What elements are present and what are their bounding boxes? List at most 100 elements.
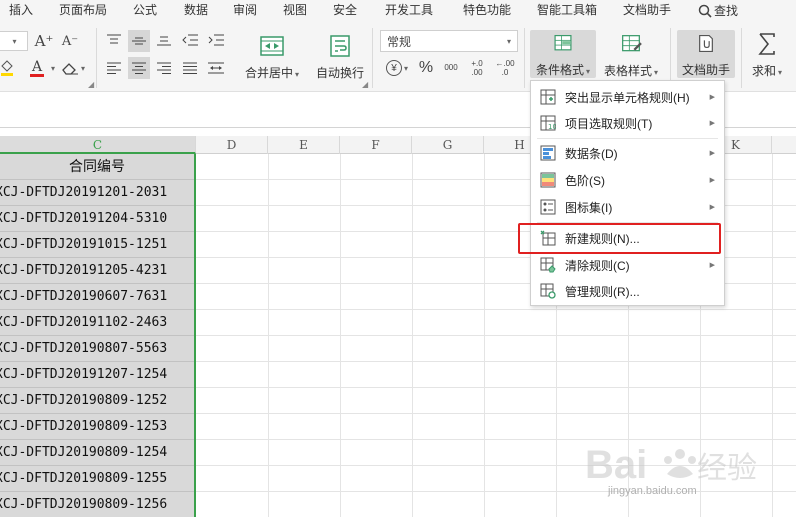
wrap-text-icon [330, 35, 350, 57]
font-size-input[interactable]: ▾ [0, 31, 28, 51]
menu-item-label: 色阶(S) [565, 173, 605, 188]
document-assistant-icon [699, 34, 713, 53]
selected-column-c[interactable]: 合同编号 XCJ-DFTDJ20191201-2031 XCJ-DFTDJ201… [0, 154, 196, 517]
manage-rules-icon [540, 283, 556, 299]
menu-page-layout[interactable]: 页面布局 [59, 0, 107, 22]
increase-decimal-button[interactable]: +.0 .00 [466, 56, 488, 80]
table-cell[interactable]: XCJ-DFTDJ20191204-5310 [0, 206, 194, 232]
chevron-down-icon: ▾ [586, 67, 591, 76]
align-right-button[interactable] [154, 58, 174, 78]
decrease-font-button[interactable]: A⁻ [60, 31, 80, 51]
menu-developer-tools[interactable]: 开发工具 [385, 0, 433, 22]
submenu-arrow-icon: ▶ [709, 120, 715, 127]
cell-contract-number-header[interactable]: 合同编号 [0, 154, 194, 180]
menu-insert[interactable]: 插入 [9, 0, 33, 22]
thousands-separator-button[interactable]: 000 [440, 58, 462, 78]
column-header-e[interactable]: E [268, 136, 340, 154]
font-color-dropdown[interactable]: ▾ [48, 60, 56, 76]
menu-view[interactable]: 视图 [283, 0, 307, 22]
menu-security[interactable]: 安全 [333, 0, 357, 22]
divider [524, 28, 525, 88]
menu-smart-toolbox[interactable]: 智能工具箱 [537, 0, 597, 22]
increase-font-button[interactable]: A⁺ [34, 31, 54, 51]
menu-item-highlight-cell-rules[interactable]: 突出显示单元格规则(H) ▶ [531, 84, 724, 110]
watermark-url: jingyan.baidu.com [608, 485, 697, 497]
menu-search[interactable]: 查找 [698, 0, 738, 22]
align-middle-button[interactable] [128, 30, 150, 52]
indent-icon [208, 34, 224, 46]
menu-item-data-bars[interactable]: 数据条(D) ▶ [531, 140, 724, 166]
clear-format-button[interactable]: ▾ [60, 58, 86, 78]
menu-item-label: 管理规则(R)... [565, 284, 640, 299]
chevron-down-icon: ▾ [50, 63, 55, 73]
menu-item-icon-sets[interactable]: 图标集(I) ▶ [531, 194, 724, 220]
search-label: 查找 [714, 4, 739, 18]
menu-item-top-bottom-rules[interactable]: 10 项目选取规则(T) ▶ [531, 110, 724, 136]
font-color-button[interactable]: A [26, 58, 48, 78]
justify-icon [183, 62, 197, 74]
align-bottom-button[interactable] [154, 30, 174, 50]
sum-button[interactable]: 求和 ▾ [748, 32, 786, 79]
alignment-group-launcher-icon[interactable]: ◢ [362, 80, 368, 89]
column-header-d[interactable]: D [196, 136, 268, 154]
column-header-f[interactable]: F [340, 136, 412, 154]
yen-icon: ¥ [385, 60, 402, 76]
menu-item-color-scales[interactable]: 色阶(S) ▶ [531, 167, 724, 193]
align-left-button[interactable] [104, 58, 124, 78]
align-top-button[interactable] [104, 30, 124, 50]
table-cell[interactable]: XCJ-DFTDJ20190809-1253 [0, 414, 194, 440]
menu-special-features[interactable]: 特色功能 [463, 0, 511, 22]
menu-divider [537, 138, 718, 139]
table-cell[interactable]: XCJ-DFTDJ20191207-1254 [0, 362, 194, 388]
font-color-letter: A [31, 58, 43, 75]
table-cell[interactable]: XCJ-DFTDJ20190807-5563 [0, 336, 194, 362]
menu-item-clear-rules[interactable]: 清除规则(C) ▶ [531, 252, 724, 278]
merge-cells-icon [260, 36, 284, 56]
doc-assistant-button[interactable]: 文档助手 [677, 30, 735, 78]
font-color-swatch [30, 73, 44, 77]
auto-wrap-button[interactable]: 自动换行 [312, 34, 368, 81]
fill-color-button[interactable] [0, 58, 14, 78]
font-group-launcher-icon[interactable]: ◢ [88, 80, 94, 89]
menu-doc-assistant[interactable]: 文档助手 [623, 0, 671, 22]
menu-formula[interactable]: 公式 [133, 0, 157, 22]
menu-item-label: 项目选取规则(T) [565, 116, 653, 131]
submenu-arrow-icon: ▶ [709, 262, 715, 269]
decrease-indent-button[interactable] [180, 30, 200, 50]
decrease-decimal-button[interactable]: ←.00 .0 [494, 56, 516, 80]
table-cell[interactable]: XCJ-DFTDJ20190809-1255 [0, 466, 194, 492]
align-center-icon [132, 62, 146, 74]
justify-button[interactable] [180, 58, 200, 78]
align-left-icon [107, 62, 121, 74]
icon-sets-icon [540, 199, 556, 215]
table-style-icon [622, 35, 642, 52]
table-cell[interactable]: XCJ-DFTDJ20191015-1251 [0, 232, 194, 258]
table-cell[interactable]: XCJ-DFTDJ20191102-2463 [0, 310, 194, 336]
table-cell[interactable]: XCJ-DFTDJ20191205-4231 [0, 258, 194, 284]
table-style-button[interactable]: 表格样式 ▾ [600, 34, 662, 79]
menu-item-manage-rules[interactable]: 管理规则(R)... [531, 278, 724, 304]
divider [372, 28, 373, 88]
percent-button[interactable]: % [416, 58, 436, 78]
menu-review[interactable]: 审阅 [233, 0, 257, 22]
submenu-arrow-icon: ▶ [709, 150, 715, 157]
currency-format-button[interactable]: ¥ ▾ [382, 58, 412, 78]
column-header-c[interactable]: C [0, 136, 196, 154]
number-format-select[interactable]: 常规 ▾ [380, 30, 518, 52]
distributed-align-button[interactable] [206, 58, 226, 78]
menu-data[interactable]: 数据 [184, 0, 208, 22]
table-cell[interactable]: XCJ-DFTDJ20190809-1252 [0, 388, 194, 414]
menu-item-label: 数据条(D) [565, 146, 618, 161]
table-style-label: 表格样式 [603, 64, 652, 78]
table-cell[interactable]: XCJ-DFTDJ20190809-1256 [0, 492, 194, 517]
table-cell[interactable]: XCJ-DFTDJ20190809-1254 [0, 440, 194, 466]
eraser-icon [62, 63, 78, 75]
increase-indent-button[interactable] [206, 30, 226, 50]
table-cell[interactable]: XCJ-DFTDJ20190607-7631 [0, 284, 194, 310]
divider [741, 28, 742, 88]
table-cell[interactable]: XCJ-DFTDJ20191201-2031 [0, 180, 194, 206]
merge-center-button[interactable]: 合并居中 ▾ [244, 34, 300, 81]
column-header-g[interactable]: G [412, 136, 484, 154]
conditional-format-button[interactable]: 条件格式 ▾ [530, 30, 596, 78]
align-center-button[interactable] [128, 57, 150, 79]
